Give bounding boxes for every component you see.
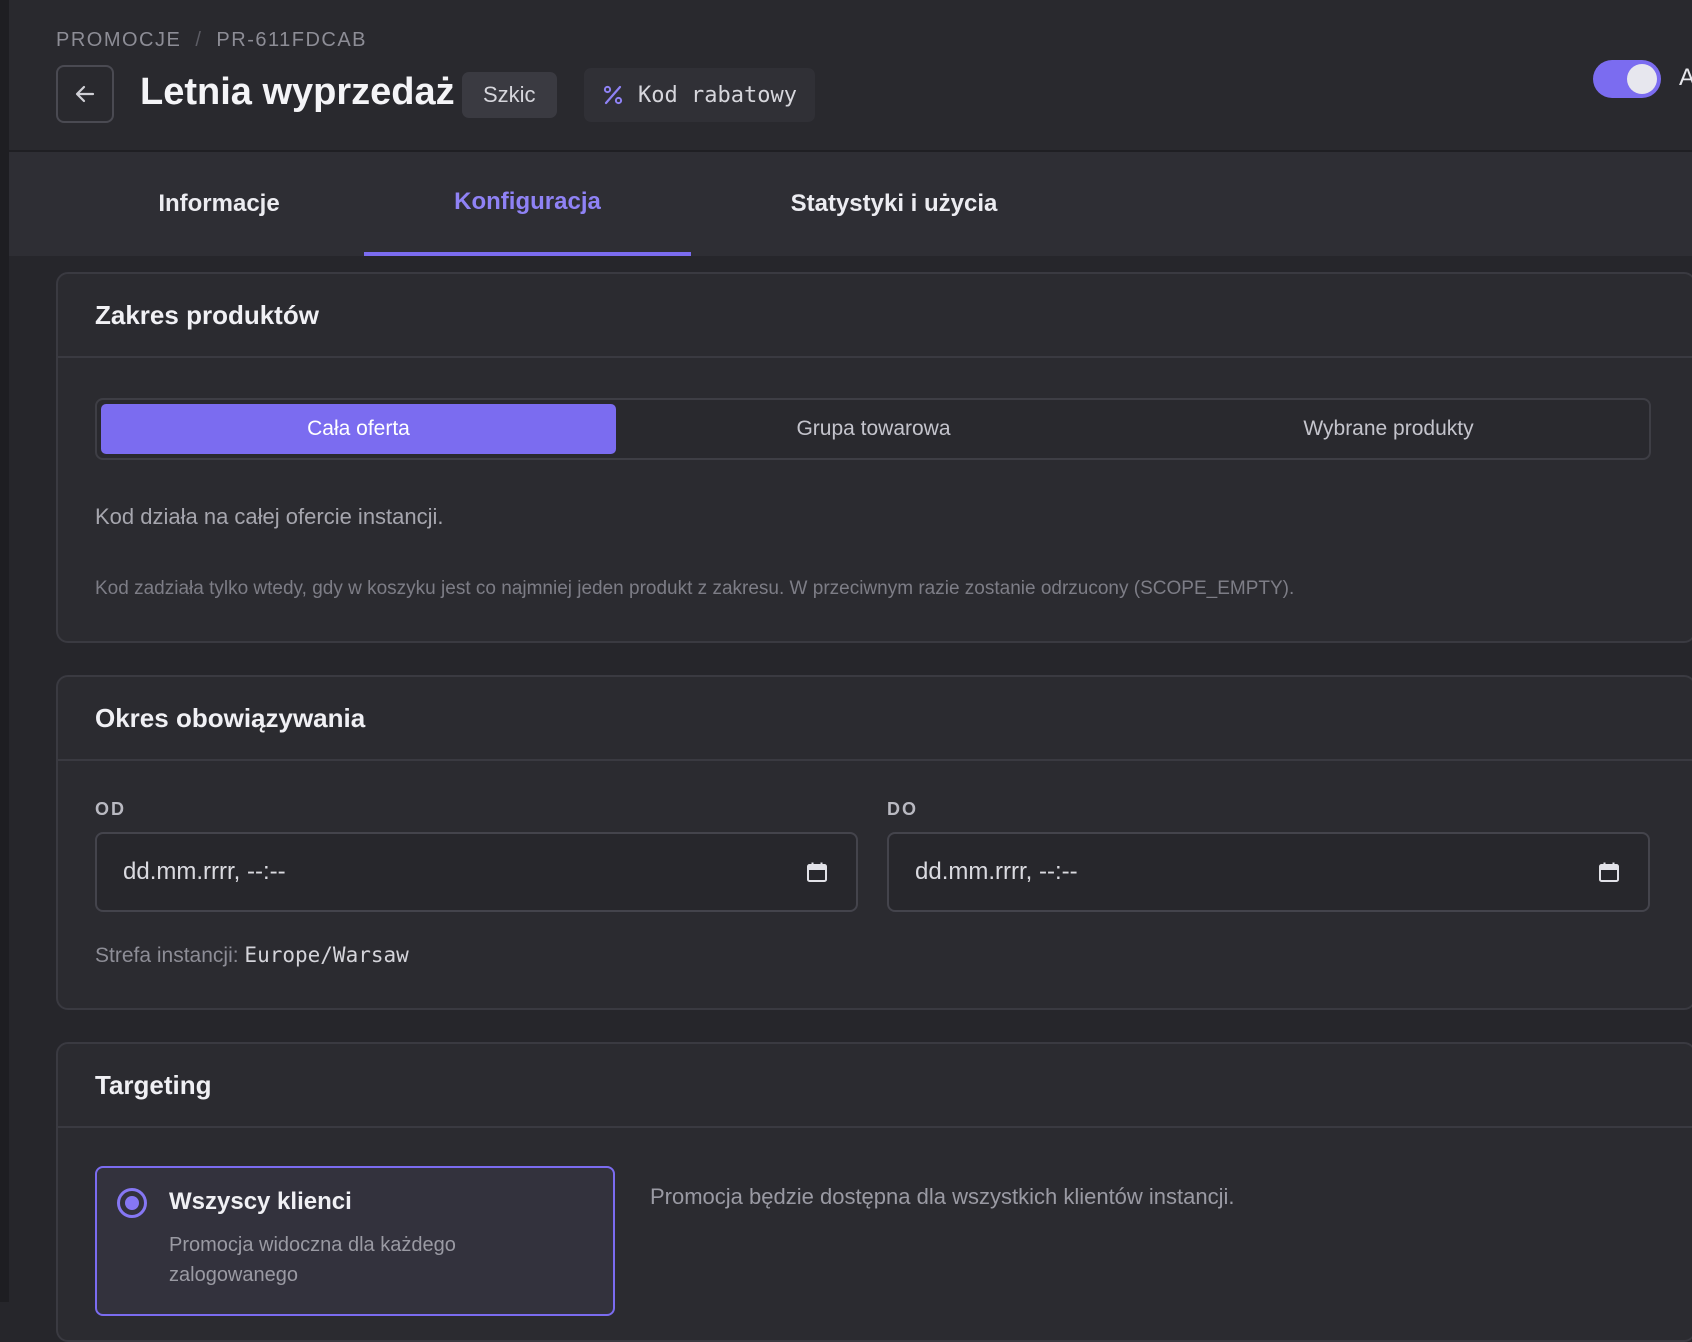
to-label: DO (887, 799, 918, 819)
targeting-option-all-customers[interactable]: Wszyscy klienci Promocja widoczna dla ka… (95, 1166, 615, 1316)
type-badge: Kod rabatowy (584, 68, 815, 122)
scope-note: Kod zadziała tylko wtedy, gdy w koszyku … (95, 578, 1295, 599)
to-date-input[interactable]: dd.mm.rrrr, --:-- (887, 832, 1650, 912)
option-description: Promocja widoczna dla każdego zalogowane… (169, 1234, 456, 1286)
timezone-label: Strefa instancji: (95, 944, 239, 967)
toggle-label: Au (1679, 64, 1692, 91)
option-title: Wszyscy klienci (169, 1188, 352, 1215)
breadcrumb-separator: / (195, 29, 203, 51)
targeting-card: Targeting Wszyscy klienci Promocja widoc… (56, 1042, 1692, 1342)
left-edge (0, 0, 9, 1302)
breadcrumb: PROMOCJE / PR-611FDCAB (56, 29, 367, 52)
scope-option-wybrane-produkty[interactable]: Wybrane produkty (1131, 404, 1646, 454)
targeting-info: Promocja będzie dostępna dla wszystkich … (650, 1184, 1235, 1209)
toggle-knob (1627, 64, 1657, 94)
validity-card-title: Okres obowiązywania (58, 677, 1692, 761)
scope-description: Kod działa na całej ofercie instancji. (95, 504, 444, 529)
tab-informacje[interactable]: Informacje (64, 152, 374, 256)
scope-option-grupa-towarowa[interactable]: Grupa towarowa (616, 404, 1131, 454)
percent-icon (603, 85, 623, 105)
scope-card: Zakres produktów Cała oferta Grupa towar… (56, 272, 1692, 643)
tab-statystyki[interactable]: Statystyki i użycia (724, 152, 1064, 256)
targeting-card-title: Targeting (58, 1044, 1692, 1128)
from-date-input[interactable]: dd.mm.rrrr, --:-- (95, 832, 858, 912)
calendar-icon[interactable] (806, 861, 828, 883)
breadcrumb-current: PR-611FDCAB (216, 29, 368, 51)
active-toggle[interactable] (1593, 60, 1661, 98)
status-badge: Szkic (462, 72, 557, 118)
page-title: Letnia wyprzedaż (140, 71, 455, 113)
timezone-value: Europe/Warsaw (244, 943, 409, 967)
breadcrumb-section[interactable]: PROMOCJE (56, 29, 181, 52)
radio-checked-icon[interactable] (117, 1188, 147, 1218)
scope-card-title: Zakres produktów (58, 274, 1692, 358)
tab-bar: Informacje Konfiguracja Statystyki i uży… (9, 152, 1692, 256)
to-date-value: dd.mm.rrrr, --:-- (915, 858, 1078, 885)
validity-card: Okres obowiązywania OD DO dd.mm.rrrr, --… (56, 675, 1692, 1010)
scope-option-cala-oferta[interactable]: Cała oferta (101, 404, 616, 454)
from-date-value: dd.mm.rrrr, --:-- (123, 858, 286, 885)
scope-segmented-control: Cała oferta Grupa towarowa Wybrane produ… (95, 398, 1651, 460)
type-badge-label: Kod rabatowy (638, 82, 797, 108)
arrow-left-icon (75, 85, 95, 103)
back-button[interactable] (56, 65, 114, 123)
calendar-icon[interactable] (1598, 861, 1620, 883)
timezone-info: Strefa instancji: Europe/Warsaw (95, 943, 409, 968)
tab-konfiguracja[interactable]: Konfiguracja (364, 152, 691, 256)
from-label: OD (95, 799, 126, 819)
page-header: PROMOCJE / PR-611FDCAB Letnia wyprzedaż … (9, 0, 1692, 152)
